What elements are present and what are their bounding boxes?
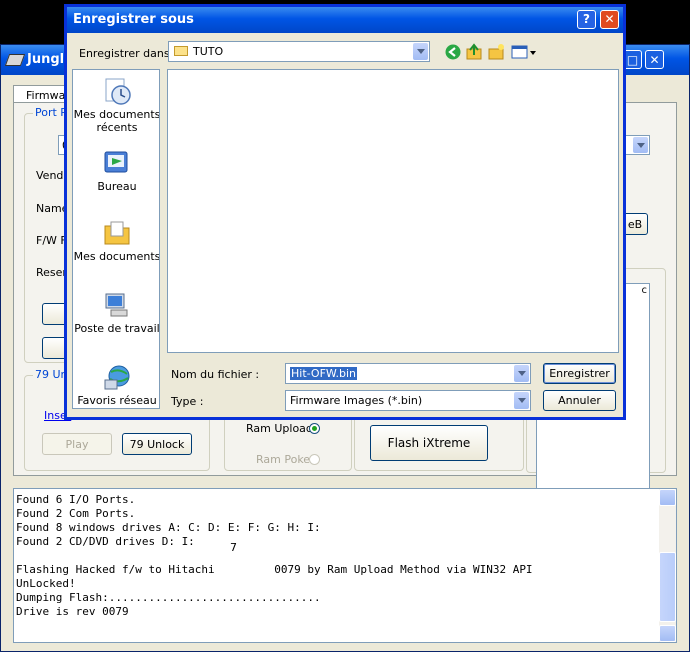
desktop-icon — [104, 151, 128, 173]
place-recent[interactable]: Mes documents récents — [73, 76, 160, 134]
place-label: Bureau — [97, 180, 137, 193]
dialog-title-bar: Enregistrer sous ? ✕ — [67, 7, 623, 33]
ram-poke-label: Ram Poke — [256, 453, 311, 466]
overlay-number: 7 — [230, 541, 237, 554]
log-line: UnLocked! — [16, 577, 76, 590]
save-button[interactable]: Enregistrer — [543, 363, 616, 384]
recent-documents-icon — [105, 78, 131, 105]
place-label: Poste de travail — [74, 322, 160, 335]
help-icon[interactable]: ? — [577, 10, 596, 29]
view-menu-icon[interactable] — [511, 43, 537, 61]
79-unlock-button[interactable]: 79 Unlock — [122, 433, 192, 455]
ram-upload-label: Ram Upload — [246, 422, 313, 435]
close-main-icon[interactable]: ✕ — [645, 50, 664, 69]
play-button[interactable]: Play — [42, 433, 112, 455]
scroll-down-icon[interactable] — [659, 625, 676, 642]
fw-label: F/W F — [36, 234, 67, 247]
place-my-documents[interactable]: Mes documents — [73, 218, 160, 263]
save-in-value: TUTO — [193, 45, 224, 58]
log-line: Found 8 windows drives A: C: D: E: F: G:… — [16, 521, 321, 534]
my-documents-icon — [104, 221, 130, 245]
type-label: Type : — [171, 395, 204, 408]
place-label: Favoris réseau — [77, 394, 157, 407]
app-icon — [4, 54, 26, 66]
place-desktop[interactable]: Bureau — [73, 148, 159, 193]
flash-ixtreme-button[interactable]: Flash iXtreme — [370, 425, 488, 461]
type-select[interactable]: Firmware Images (*.bin) — [285, 390, 531, 411]
ram-poke-radio[interactable] — [309, 454, 320, 465]
chevron-down-icon — [633, 137, 648, 153]
save-in-label: Enregistrer dans : — [79, 47, 177, 60]
filename-field[interactable]: Hit-OFW.bin — [285, 363, 531, 384]
close-icon[interactable]: ✕ — [600, 10, 619, 29]
chevron-down-icon[interactable] — [514, 365, 529, 382]
type-value: Firmware Images (*.bin) — [290, 394, 423, 407]
file-list[interactable] — [167, 69, 619, 353]
place-my-computer[interactable]: Poste de travail — [73, 290, 160, 335]
my-computer-icon — [105, 293, 128, 317]
log-line: Found 2 CD/DVD drives D: I: — [16, 535, 195, 548]
right-combo[interactable] — [622, 135, 650, 155]
cancel-button[interactable]: Annuler — [543, 390, 616, 411]
folder-icon — [174, 46, 188, 56]
log-line: Flashing Hacked f/w to Hitachi 0079 by R… — [16, 563, 533, 576]
right-list-text: c — [641, 285, 648, 296]
log-scrollbar[interactable] — [659, 489, 676, 642]
new-folder-icon[interactable] — [488, 43, 506, 61]
log-line: Found 2 Com Ports. — [16, 507, 136, 520]
ram-upload-radio[interactable] — [309, 423, 320, 434]
save-as-dialog: Enregistrer sous ? ✕ Enregistrer dans : … — [64, 4, 626, 420]
log-textarea[interactable]: Found 6 I/O Ports. Found 2 Com Ports. Fo… — [13, 488, 677, 643]
filename-label: Nom du fichier : — [171, 368, 260, 381]
filename-value: Hit-OFW.bin — [290, 367, 358, 380]
chevron-down-icon — [413, 43, 428, 60]
scroll-thumb[interactable] — [659, 552, 676, 622]
log-line: Found 6 I/O Ports. — [16, 493, 136, 506]
chevron-down-icon[interactable] — [514, 392, 529, 409]
network-places-icon — [104, 365, 130, 390]
up-folder-icon[interactable] — [466, 43, 484, 61]
reserved-label: Reser — [36, 266, 67, 279]
place-network[interactable]: Favoris réseau — [73, 362, 159, 407]
save-in-combo[interactable]: TUTO — [168, 41, 430, 62]
scroll-up-icon[interactable] — [659, 489, 676, 506]
log-line: Dumping Flash:..........................… — [16, 591, 321, 604]
log-line: Drive is rev 0079 — [16, 605, 129, 618]
back-icon[interactable] — [444, 43, 462, 61]
places-bar: Mes documents récents Bureau Mes documen… — [72, 69, 160, 409]
place-label: Mes documents — [73, 250, 160, 263]
dialog-title: Enregistrer sous — [73, 12, 194, 27]
place-label: Mes documents récents — [73, 108, 160, 134]
